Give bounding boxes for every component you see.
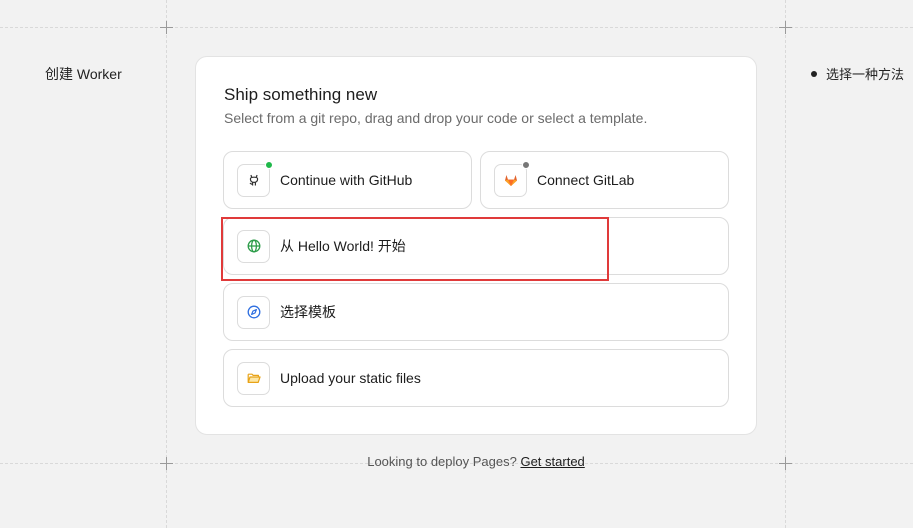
card-title: Ship something new bbox=[224, 85, 378, 104]
step-indicator: 选择一种方法 bbox=[811, 64, 904, 83]
github-icon bbox=[237, 160, 273, 197]
connected-status-dot bbox=[265, 160, 273, 169]
continue-github-button[interactable]: Continue with GitHub bbox=[223, 151, 472, 209]
layout-guide bbox=[0, 27, 913, 28]
folder-icon bbox=[237, 361, 270, 395]
corner-marker bbox=[779, 21, 792, 34]
hello-world-label: 从 Hello World! 开始 bbox=[280, 238, 406, 254]
footer-text: Looking to deploy Pages? bbox=[367, 454, 517, 469]
layout-guide bbox=[166, 0, 167, 528]
gitlab-label: Connect GitLab bbox=[537, 172, 635, 188]
step-label: 选择一种方法 bbox=[826, 67, 905, 82]
github-label: Continue with GitHub bbox=[280, 172, 413, 188]
globe-icon bbox=[237, 229, 270, 263]
gitlab-icon bbox=[494, 160, 530, 197]
hello-world-option[interactable]: 从 Hello World! 开始 bbox=[223, 217, 729, 275]
upload-label: Upload your static files bbox=[280, 370, 421, 386]
layout-guide bbox=[785, 0, 786, 528]
page-title: 创建 Worker bbox=[45, 66, 122, 82]
select-template-option[interactable]: 选择模板 bbox=[223, 283, 729, 341]
card-subtitle: Select from a git repo, drag and drop yo… bbox=[224, 110, 648, 126]
corner-marker bbox=[160, 21, 173, 34]
connect-gitlab-button[interactable]: Connect GitLab bbox=[480, 151, 729, 209]
status-dot bbox=[522, 160, 530, 169]
ship-card: Ship something new Select from a git rep… bbox=[195, 56, 757, 435]
upload-static-files-option[interactable]: Upload your static files bbox=[223, 349, 729, 407]
step-bullet bbox=[811, 70, 817, 77]
compass-icon bbox=[237, 295, 270, 329]
template-label: 选择模板 bbox=[280, 304, 336, 320]
footer: Looking to deploy Pages? Get started bbox=[0, 454, 913, 469]
get-started-link[interactable]: Get started bbox=[520, 454, 584, 469]
